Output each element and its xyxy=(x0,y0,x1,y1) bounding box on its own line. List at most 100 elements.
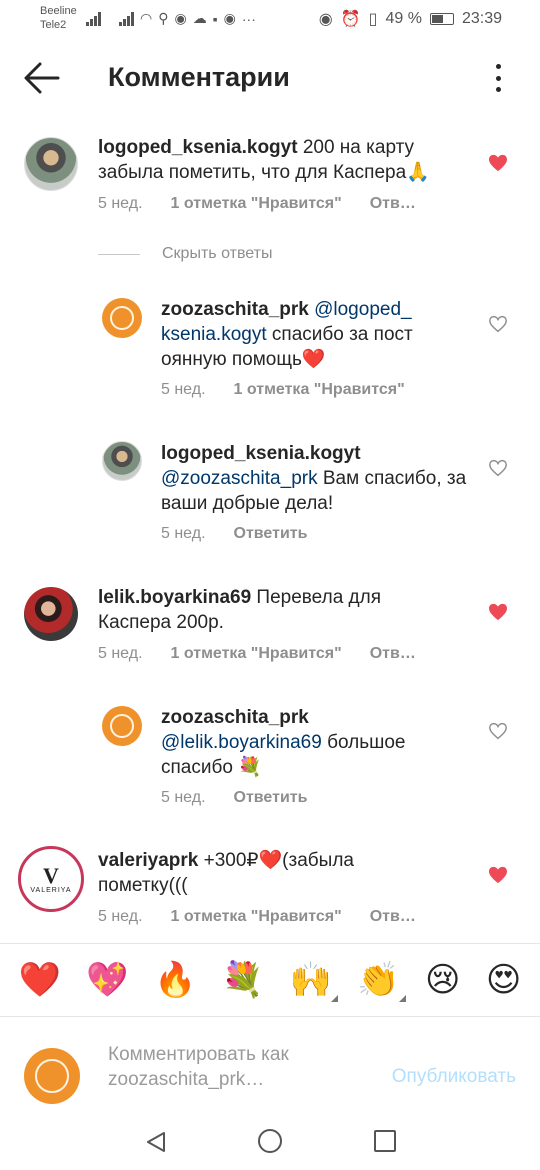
post-button[interactable]: Опубликовать xyxy=(392,1066,516,1088)
reply-username[interactable]: zoozaschita_prk xyxy=(161,707,309,728)
emoji-bouquet[interactable]: 💐 xyxy=(222,960,264,1000)
comment-time: 5 нед. xyxy=(98,645,143,662)
back-button[interactable] xyxy=(22,60,62,96)
emoji-raising-hands[interactable]: 🙌 xyxy=(290,960,338,1002)
valeriya-logo-text: VALERIYA xyxy=(30,886,72,894)
avatar[interactable] xyxy=(102,706,142,746)
status-icons-right: ◉ ⏰ ▯ 49 % 23:39 xyxy=(319,9,502,29)
comment-username[interactable]: logoped_ksenia.kogyt xyxy=(98,137,298,158)
mention-link[interactable]: @zoozaschita_prk xyxy=(161,468,318,489)
heart-outline-icon[interactable] xyxy=(488,722,508,740)
emoji-clapping-hands[interactable]: 👏 xyxy=(357,960,406,1002)
chrome-icon: ◉ xyxy=(174,10,187,26)
avatar[interactable] xyxy=(102,441,142,481)
carrier-2: Tele2 xyxy=(40,19,67,31)
vibrate-icon: ▯ xyxy=(368,11,378,28)
comment-text: valeriyaprk +300₽❤️(забыла пометку((( xyxy=(98,848,398,898)
comment-time: 5 нед. xyxy=(98,195,143,212)
arrow-left-icon xyxy=(24,62,60,94)
battery-percent: 49 % xyxy=(385,10,422,27)
heart-filled-icon[interactable] xyxy=(488,866,508,884)
search-icon: ⚲ xyxy=(158,10,169,26)
emoji-red-heart[interactable]: ❤️ xyxy=(19,960,61,1000)
comment: V VALERIYA valeriyaprk +300₽❤️(забыла по… xyxy=(0,843,540,943)
comment: logoped_ksenia.kogyt 200 на карту забыла… xyxy=(0,130,540,230)
likes-count[interactable]: 1 отметка "Нравится" xyxy=(171,195,342,212)
likes-count[interactable]: 1 отметка "Нравится" xyxy=(171,645,342,662)
comment-username[interactable]: lelik.boyarkina69 xyxy=(98,587,251,608)
page-title: Комментарии xyxy=(108,62,290,92)
comment-input[interactable]: Комментировать как zoozaschita_prk… xyxy=(108,1042,358,1092)
mention-link[interactable]: @lelik.boyarkina69 xyxy=(161,732,322,753)
avatar[interactable]: V VALERIYA xyxy=(18,846,84,912)
reply-comment: zoozaschita_prk @lelik.boyarkina69 больш… xyxy=(0,700,540,820)
reply-text: zoozaschita_prk @logoped_ksenia.kogyt сп… xyxy=(161,297,421,372)
reply-comment: logoped_ksenia.kogyt @zoozaschita_prk Ва… xyxy=(0,437,540,547)
reply-username[interactable]: logoped_ksenia.kogyt xyxy=(161,443,361,464)
comment-composer: Комментировать как zoozaschita_prk… Опуб… xyxy=(0,1018,540,1114)
reply-button[interactable]: Ответить xyxy=(234,789,308,806)
reply-time: 5 нед. xyxy=(161,525,206,542)
heart-filled-icon[interactable] xyxy=(488,154,508,172)
likes-count[interactable]: 1 отметка "Нравится" xyxy=(234,381,405,398)
avatar xyxy=(24,1048,80,1104)
emoji-heart-eyes[interactable]: 😍 xyxy=(486,960,521,1000)
comment-meta: 5 нед. 1 отметка "Нравится" Отв… xyxy=(98,645,444,663)
reply-username[interactable]: zoozaschita_prk xyxy=(161,299,309,320)
comment-meta: 5 нед. 1 отметка "Нравится" Отв… xyxy=(98,195,444,213)
signal-icon xyxy=(86,11,101,26)
comment-time: 5 нед. xyxy=(98,908,143,925)
alarm-icon: ⏰ xyxy=(340,11,361,28)
heart-outline-icon[interactable] xyxy=(488,315,508,333)
eye-icon: ◉ xyxy=(318,11,333,28)
emoji-sparkling-heart[interactable]: 💖 xyxy=(86,960,128,1000)
carrier-names: Beeline Tele2 xyxy=(40,4,77,32)
comment-meta: 5 нед. 1 отметка "Нравится" Отв… xyxy=(98,908,444,926)
reply-button[interactable]: Ответить xyxy=(234,525,308,542)
reply-meta: 5 нед. Ответить xyxy=(161,525,335,543)
heart-outline-icon[interactable] xyxy=(488,459,508,477)
comment: lelik.boyarkina69 Перевела для Каспера 2… xyxy=(0,580,540,680)
wifi-icon: ◠ xyxy=(140,10,153,26)
hide-replies-button[interactable]: Скрыть ответы xyxy=(98,245,272,263)
reply-text: zoozaschita_prk @lelik.boyarkina69 больш… xyxy=(161,705,471,780)
vk-icon: ▪ xyxy=(212,10,218,27)
comment-text: lelik.boyarkina69 Перевела для Каспера 2… xyxy=(98,585,418,635)
status-bar: Beeline Tele2 ◠ ⚲ ◉ ☁ ▪ ◉ ··· ◉ ⏰ ▯ 49 %… xyxy=(0,0,540,38)
more-notifications-icon: ··· xyxy=(241,10,256,27)
nav-recents-icon[interactable] xyxy=(374,1130,396,1152)
battery-icon xyxy=(429,13,454,25)
emoji-quick-bar: ❤️ 💖 🔥 💐 🙌 👏 😢 😍 xyxy=(0,943,540,1017)
heart-filled-icon[interactable] xyxy=(488,603,508,621)
avatar[interactable] xyxy=(24,587,78,641)
reply-button[interactable]: Отв… xyxy=(370,195,416,212)
carrier-1: Beeline xyxy=(40,5,77,17)
emoji-crying-face[interactable]: 😢 xyxy=(425,960,460,1000)
status-icons-left: ◠ ⚲ ◉ ☁ ▪ ◉ ··· xyxy=(86,10,256,27)
valeriya-logo-mark: V xyxy=(43,862,59,888)
avatar[interactable] xyxy=(102,298,142,338)
likes-count[interactable]: 1 отметка "Нравится" xyxy=(171,908,342,925)
reply-button[interactable]: Отв… xyxy=(370,908,416,925)
reply-text: logoped_ksenia.kogyt @zoozaschita_prk Ва… xyxy=(161,441,476,516)
nav-home-icon[interactable] xyxy=(258,1129,282,1153)
cloud-icon: ☁ xyxy=(192,10,207,26)
nav-back-icon[interactable] xyxy=(144,1130,168,1154)
reply-comment: zoozaschita_prk @logoped_ksenia.kogyt сп… xyxy=(0,292,540,412)
reply-time: 5 нед. xyxy=(161,789,206,806)
header: Комментарии xyxy=(0,50,540,106)
emoji-fire[interactable]: 🔥 xyxy=(154,960,196,1000)
avatar[interactable] xyxy=(24,137,78,191)
comment-text: logoped_ksenia.kogyt 200 на карту забыла… xyxy=(98,135,478,185)
signal-icon xyxy=(119,11,134,26)
skin-tone-indicator-icon xyxy=(398,995,406,1002)
comment-username[interactable]: valeriyaprk xyxy=(98,850,198,871)
reply-meta: 5 нед. 1 отметка "Нравится" xyxy=(161,381,433,399)
reply-time: 5 нед. xyxy=(161,381,206,398)
reply-meta: 5 нед. Ответить xyxy=(161,789,335,807)
skin-tone-indicator-icon xyxy=(330,995,338,1002)
divider-line xyxy=(98,253,140,255)
reply-button[interactable]: Отв… xyxy=(370,645,416,662)
more-options-button[interactable] xyxy=(492,64,504,92)
chrome-icon: ◉ xyxy=(223,10,236,26)
